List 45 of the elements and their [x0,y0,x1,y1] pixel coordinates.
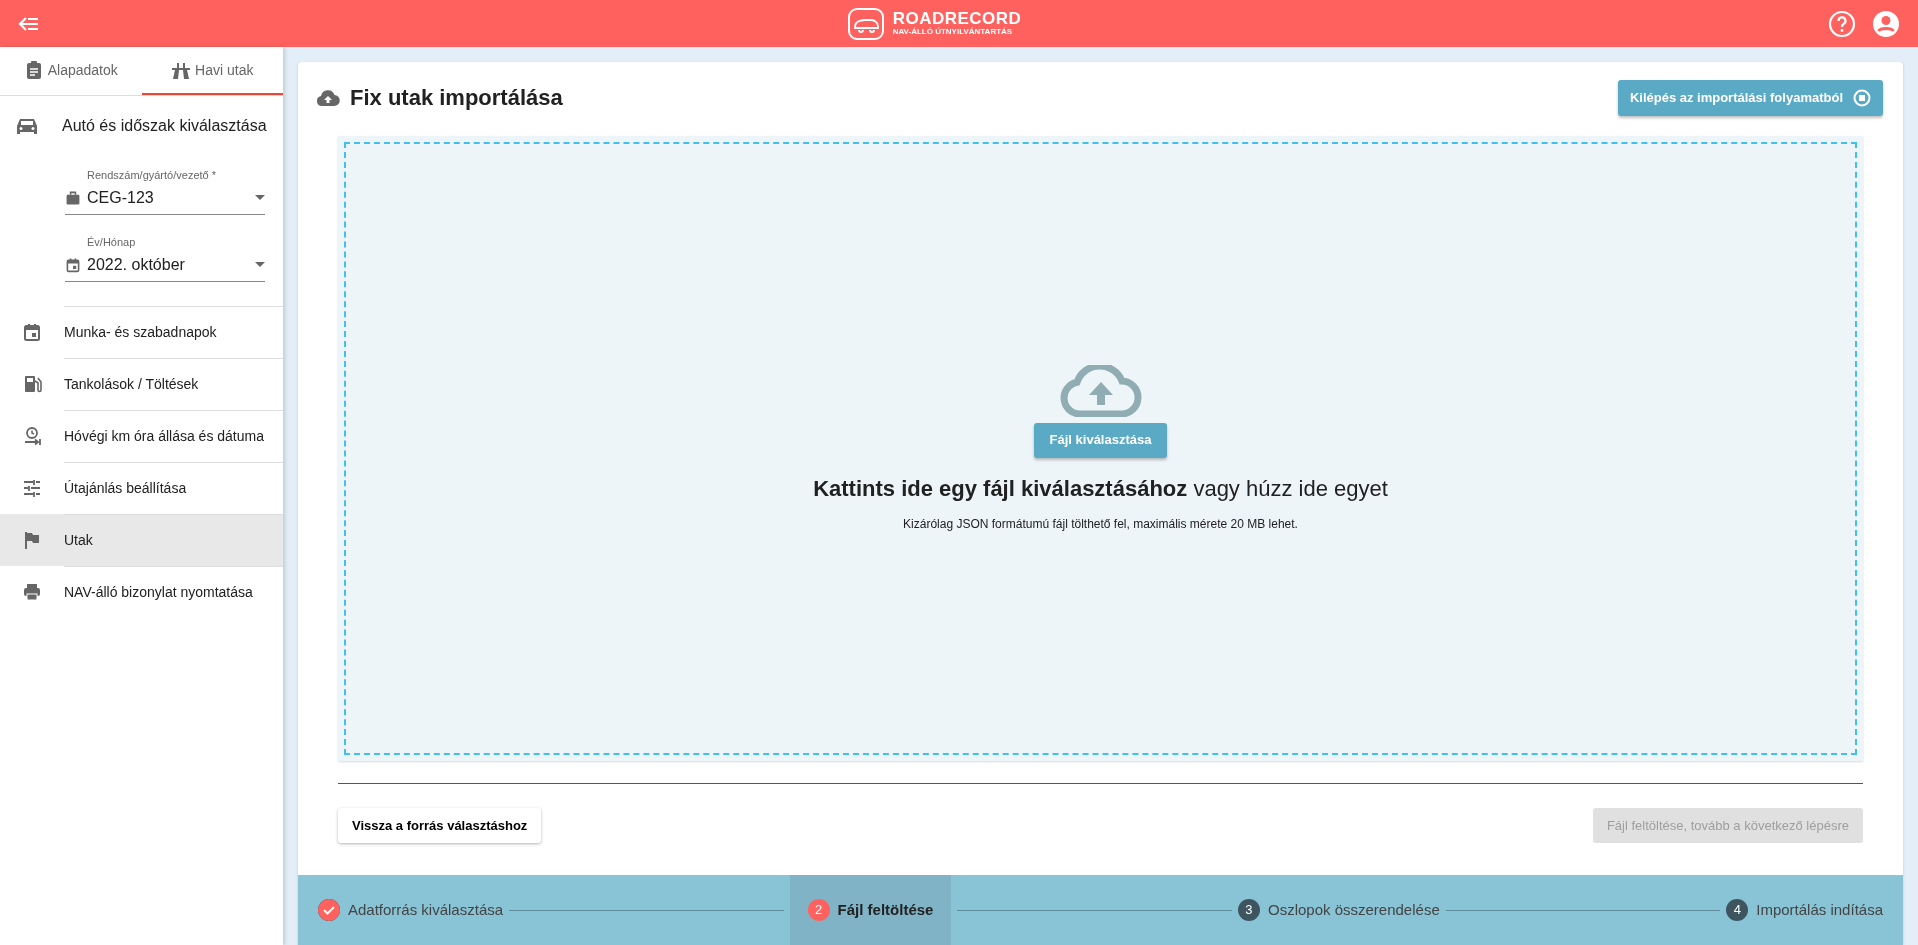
cloud-upload-icon [1059,364,1142,417]
dropdown-caret-icon [255,262,265,268]
help-icon[interactable] [1828,9,1856,38]
calendar-icon [22,322,42,342]
logo-subtitle: NAV-ÁLLÓ ÚTNYILVÁNTARTÁS [892,27,1014,37]
dropdown-caret-icon [255,195,265,201]
sliders-icon [22,478,42,498]
road-icon [171,60,192,80]
briefcase-icon [65,190,81,206]
drop-zone[interactable]: Fájl kiválasztása Kattints ide egy fájl kiválasztásához vagy húzz ide egyet Kizárólag JSON formátumú fájl tölthető fel, maximális mérete 20 MB lehet. [338,136,1863,761]
cloud-upload-icon [316,89,340,107]
sidebar-tab[interactable]: Havi utak [141,47,283,95]
step-check-icon [318,899,340,921]
step-label: Oszlopok összerendelése [1267,899,1440,920]
car-logo-icon [846,6,885,41]
sidebar-item[interactable]: Munka- és szabadnapok [0,306,283,358]
step-number: 3 [1237,899,1260,921]
drop-zone-heading: Kattints ide egy fájl kiválasztásához vagy húzz ide egyet [813,474,1388,503]
select-field[interactable]: Rendszám/gyártó/vezető * CEG-123 [65,162,265,215]
menu-collapse-icon[interactable] [18,15,40,32]
back-button[interactable]: Vissza a forrás választáshoz [338,808,542,843]
clock-icon [22,426,42,446]
flag-icon [22,530,42,550]
select-field[interactable]: Év/Hónap 2022. október [65,229,265,282]
step-number: 4 [1726,899,1749,921]
fuel-pump-icon [22,374,42,394]
logo-title: ROADRECORD [892,10,1022,28]
sidebar-item[interactable]: Útajánlás beállítása [0,462,283,514]
sidebar-item[interactable]: Utak [0,514,283,566]
sidebar-tab[interactable]: Alapadatok [0,47,142,95]
file-requirements-note: Kizárólag JSON formátumú fájl tölthető fel, maximális mérete 20 MB lehet. [903,515,1298,533]
section-title: Autó és időszak kiválasztása [62,116,267,136]
sidebar-item[interactable]: Tankolások / Töltések [0,358,283,410]
step-label: Importálás indítása [1756,899,1883,920]
step-number: 2 [807,899,830,921]
printer-icon [22,582,42,602]
car-icon [16,117,38,135]
calendar-icon [65,257,81,273]
page-title: Fix utak importálása [350,84,563,112]
stop-icon [1853,89,1871,107]
step-label: Adatforrás kiválasztása [348,899,504,920]
sidebar-item[interactable]: Hóvégi km óra állása és dátuma [0,410,283,462]
step-label: Fájl feltöltése [837,899,934,920]
account-icon[interactable] [1872,9,1900,38]
sidebar-item[interactable]: NAV-álló bizonylat nyomtatása [0,566,283,618]
